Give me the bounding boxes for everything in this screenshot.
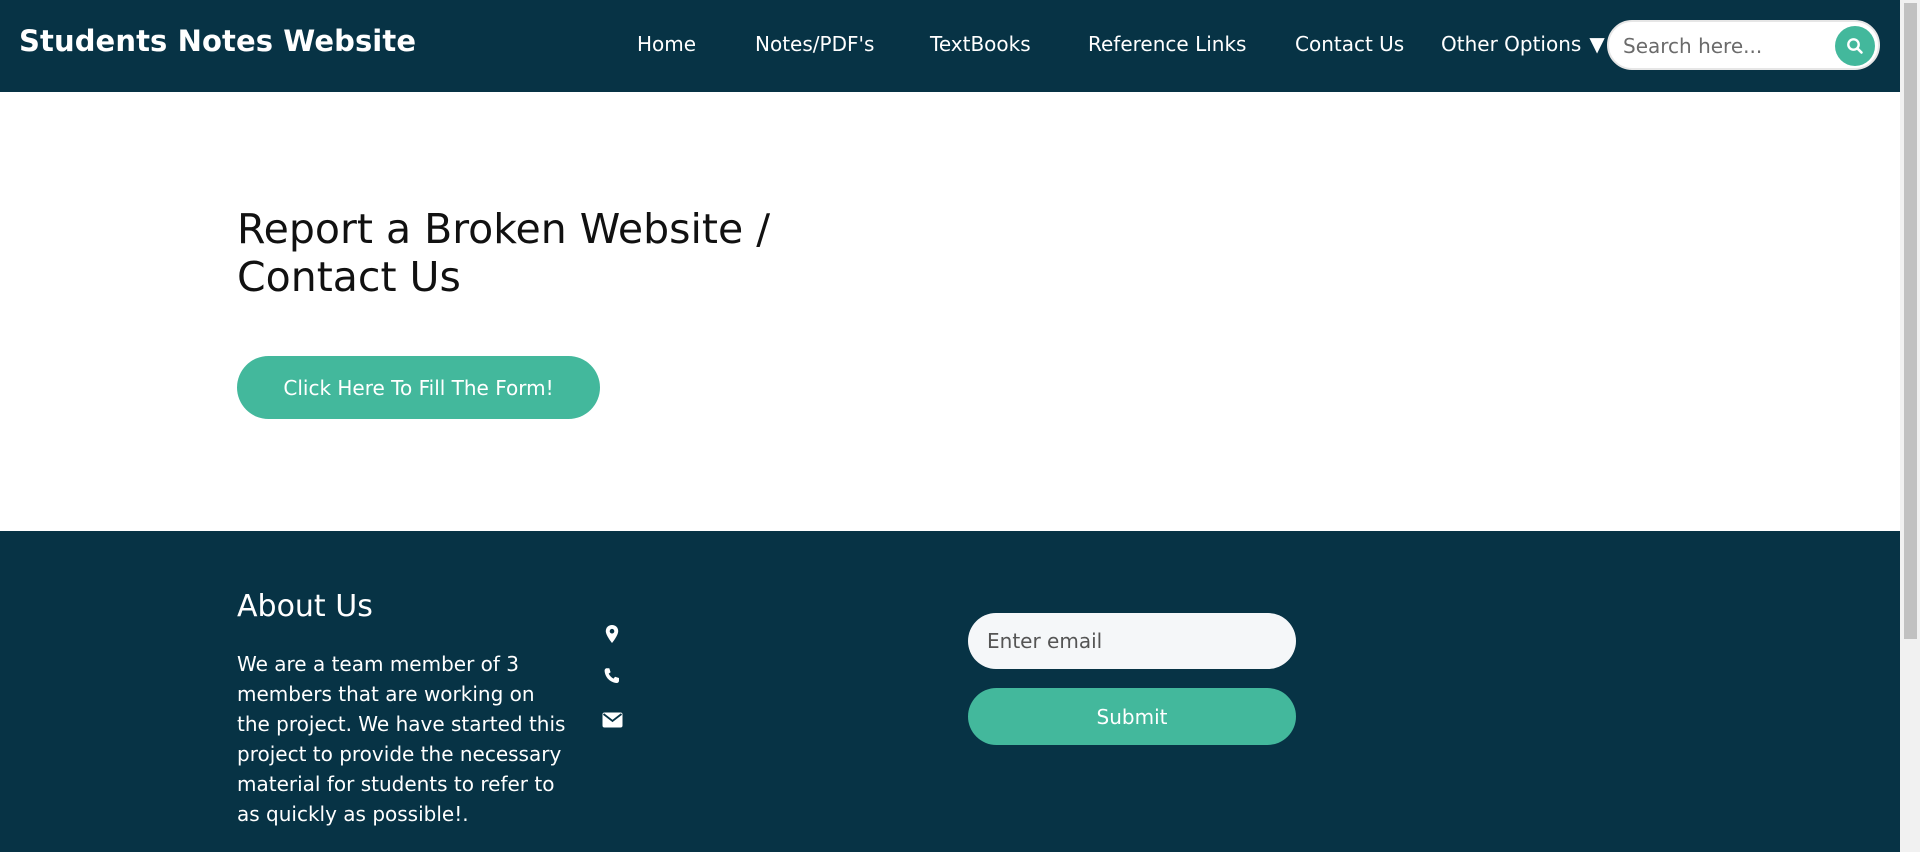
phone-icon xyxy=(600,664,624,688)
search-input[interactable] xyxy=(1623,31,1823,61)
site-brand[interactable]: Students Notes Website xyxy=(19,24,416,58)
nav-link-home[interactable]: Home xyxy=(637,32,696,56)
fill-form-button[interactable]: Click Here To Fill The Form! xyxy=(237,356,600,419)
vertical-scrollbar[interactable] xyxy=(1900,0,1920,852)
scrollbar-thumb[interactable] xyxy=(1904,3,1917,639)
nav-link-textbooks[interactable]: TextBooks xyxy=(930,32,1031,56)
envelope-icon xyxy=(600,708,624,732)
other-options-label: Other Options xyxy=(1441,32,1582,56)
search-box xyxy=(1607,20,1880,70)
submit-button[interactable]: Submit xyxy=(968,688,1296,745)
location-pin-icon xyxy=(600,622,624,646)
nav-link-contact-us[interactable]: Contact Us xyxy=(1295,32,1404,56)
footer: About Us We are a team member of 3 membe… xyxy=(0,531,1900,852)
email-field[interactable] xyxy=(968,613,1296,669)
page: Students Notes Website Home Notes/PDF's … xyxy=(0,0,1920,852)
page-title: Report a Broken Website / Contact Us xyxy=(237,205,771,301)
nav-dropdown-other-options[interactable]: Other Options ▼ xyxy=(1441,32,1605,56)
search-button[interactable] xyxy=(1835,26,1875,66)
nav-link-reference-links[interactable]: Reference Links xyxy=(1088,32,1246,56)
about-us-text: We are a team member of 3 members that a… xyxy=(237,652,566,826)
caret-down-icon: ▼ xyxy=(1589,32,1605,56)
navbar: Students Notes Website Home Notes/PDF's … xyxy=(0,0,1900,92)
search-icon xyxy=(1847,38,1863,54)
about-us-heading: About Us xyxy=(237,589,373,624)
nav-link-notes[interactable]: Notes/PDF's xyxy=(755,32,874,56)
